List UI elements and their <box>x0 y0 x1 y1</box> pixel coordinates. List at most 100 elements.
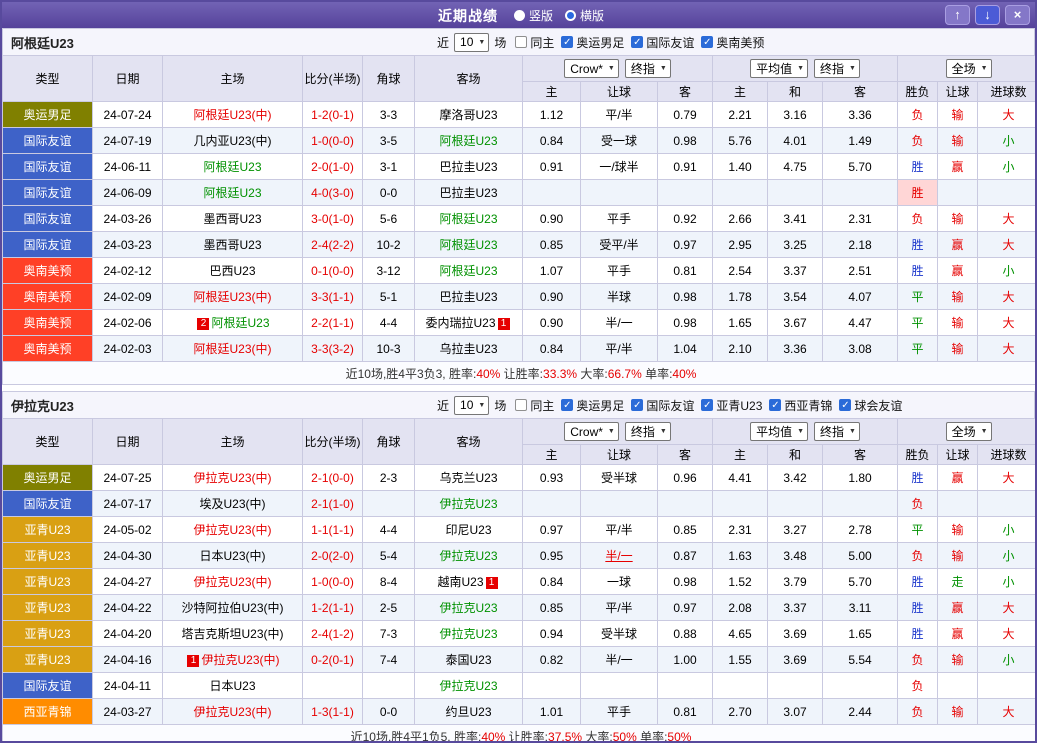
home-team-name[interactable]: 阿根廷U23(中) <box>193 290 271 304</box>
summary-stat-label: 让胜率: <box>500 367 543 381</box>
home-team-name[interactable]: 日本U23 <box>209 679 255 693</box>
match-count-select[interactable]: 10▼ <box>454 396 489 415</box>
euro-odds-group-header: 平均值▼ 终指▼ <box>713 56 898 82</box>
final-score <box>303 673 363 699</box>
final-score: 0-1(0-0) <box>303 258 363 284</box>
radio-horizontal-layout[interactable]: 横版 <box>565 7 604 24</box>
away-team-name[interactable]: 伊拉克U23 <box>439 679 497 693</box>
move-down-button[interactable]: ↓ <box>975 5 1000 25</box>
away-team-name[interactable]: 巴拉圭U23 <box>439 186 497 200</box>
header-row-1: 类型日期主场比分(半场)角球客场Crow*▼终指▼平均值▼终指▼全场▼ <box>3 56 1037 82</box>
home-team-name[interactable]: 阿根廷U23(中) <box>193 342 271 356</box>
away-team-name[interactable]: 约旦U23 <box>445 705 491 719</box>
asia-handicap: 半/一 <box>581 310 658 336</box>
home-team-name[interactable]: 阿根廷U23 <box>203 186 261 200</box>
radio-vertical-layout[interactable]: 竖版 <box>514 7 553 24</box>
away-team-name[interactable]: 巴拉圭U23 <box>439 290 497 304</box>
filter-checkbox-0[interactable]: 同主 <box>515 34 554 51</box>
goals-result: 大 <box>978 284 1037 310</box>
away-team-name[interactable]: 越南U23 <box>437 575 483 589</box>
match-date: 24-02-09 <box>93 284 163 310</box>
asia-handicap: 受半球 <box>581 621 658 647</box>
home-team-name[interactable]: 伊拉克U23(中) <box>193 575 271 589</box>
away-team-name[interactable]: 阿根廷U23 <box>439 238 497 252</box>
scope-select[interactable]: 全场▼ <box>946 422 992 441</box>
match-date: 24-02-03 <box>93 336 163 362</box>
match-date: 24-07-19 <box>93 128 163 154</box>
handicap-result: 输 <box>938 284 978 310</box>
away-team-name[interactable]: 阿根廷U23 <box>439 134 497 148</box>
away-team-name[interactable]: 伊拉克U23 <box>439 627 497 641</box>
euro-draw-odds <box>768 491 823 517</box>
filter-checkbox-1[interactable]: ✓奥运男足 <box>561 397 624 414</box>
away-team-name[interactable]: 巴拉圭U23 <box>439 160 497 174</box>
home-team-name[interactable]: 阿根廷U23(中) <box>193 108 271 122</box>
home-team-name[interactable]: 墨西哥U23 <box>203 212 261 226</box>
close-button[interactable]: × <box>1005 5 1030 25</box>
home-team-cell: 埃及U23(中) <box>163 491 303 517</box>
away-team-name[interactable]: 印尼U23 <box>445 523 491 537</box>
avg-stage-select[interactable]: 终指▼ <box>814 422 860 441</box>
away-team-name[interactable]: 乌拉圭U23 <box>439 342 497 356</box>
handicap-result: 输 <box>938 699 978 725</box>
away-team-name[interactable]: 伊拉克U23 <box>439 549 497 563</box>
away-team-name[interactable]: 摩洛哥U23 <box>439 108 497 122</box>
win-loss-result: 胜 <box>898 569 938 595</box>
match-date: 24-04-22 <box>93 595 163 621</box>
filter-checkbox-3[interactable]: ✓奥南美预 <box>701 34 764 51</box>
away-team-name[interactable]: 阿根廷U23 <box>439 264 497 278</box>
away-team-name[interactable]: 泰国U23 <box>445 653 491 667</box>
filter-checkbox-3[interactable]: ✓亚青U23 <box>701 397 762 414</box>
away-team-name[interactable]: 委内瑞拉U23 <box>425 316 495 330</box>
bookmaker-select[interactable]: Crow*▼ <box>564 422 619 441</box>
corner-count: 10-2 <box>363 232 415 258</box>
scope-select[interactable]: 全场▼ <box>946 59 992 78</box>
filter-checkbox-0[interactable]: 同主 <box>515 397 554 414</box>
competition-type-badge: 国际友谊 <box>3 128 93 154</box>
home-team-name[interactable]: 墨西哥U23 <box>203 238 261 252</box>
euro-away-odds: 4.47 <box>823 310 898 336</box>
avg-stage-select[interactable]: 终指▼ <box>814 59 860 78</box>
home-team-name[interactable]: 巴西U23 <box>209 264 255 278</box>
summary-stat-value: 40% <box>672 367 696 381</box>
euro-draw-odds: 3.41 <box>768 206 823 232</box>
win-loss-result: 胜 <box>898 154 938 180</box>
average-select[interactable]: 平均值▼ <box>750 59 808 78</box>
home-team-name[interactable]: 埃及U23(中) <box>199 497 265 511</box>
away-team-name[interactable]: 阿根廷U23 <box>439 212 497 226</box>
home-team-name[interactable]: 伊拉克U23(中) <box>193 523 271 537</box>
home-team-name[interactable]: 伊拉克U23(中) <box>201 653 279 667</box>
filter-checkbox-2[interactable]: ✓国际友谊 <box>631 34 694 51</box>
home-team-name[interactable]: 沙特阿拉伯U23(中) <box>181 601 283 615</box>
home-team-cell: 1伊拉克U23(中) <box>163 647 303 673</box>
away-team-name[interactable]: 伊拉克U23 <box>439 601 497 615</box>
away-team-cell: 阿根廷U23 <box>415 258 523 284</box>
match-count-select[interactable]: 10▼ <box>454 33 489 52</box>
away-team-name[interactable]: 伊拉克U23 <box>439 497 497 511</box>
odds-stage-select[interactable]: 终指▼ <box>625 422 671 441</box>
home-team-name[interactable]: 伊拉克U23(中) <box>193 705 271 719</box>
bookmaker-select[interactable]: Crow*▼ <box>564 59 619 78</box>
home-team-name[interactable]: 日本U23(中) <box>199 549 265 563</box>
competition-type-badge: 国际友谊 <box>3 154 93 180</box>
asia-handicap <box>581 673 658 699</box>
home-team-name[interactable]: 阿根廷U23 <box>211 316 269 330</box>
home-team-name[interactable]: 塔吉克斯坦U23(中) <box>181 627 283 641</box>
away-team-name[interactable]: 乌克兰U23 <box>439 471 497 485</box>
win-loss-result: 负 <box>898 673 938 699</box>
home-team-name[interactable]: 阿根廷U23 <box>203 160 261 174</box>
sub-column-header: 进球数 <box>978 82 1037 102</box>
move-up-button[interactable]: ↑ <box>945 5 970 25</box>
odds-stage-select[interactable]: 终指▼ <box>625 59 671 78</box>
filter-checkbox-1[interactable]: ✓奥运男足 <box>561 34 624 51</box>
filter-checkbox-4[interactable]: ✓西亚青锦 <box>769 397 832 414</box>
filter-checkbox-2[interactable]: ✓国际友谊 <box>631 397 694 414</box>
sub-column-header: 客 <box>823 445 898 465</box>
home-team-name[interactable]: 伊拉克U23(中) <box>193 471 271 485</box>
asia-odds-group-header: Crow*▼ 终指▼ <box>523 56 713 82</box>
average-select[interactable]: 平均值▼ <box>750 422 808 441</box>
home-team-name[interactable]: 几内亚U23(中) <box>193 134 271 148</box>
win-loss-result: 负 <box>898 699 938 725</box>
filter-checkbox-5[interactable]: ✓球会友谊 <box>839 397 902 414</box>
match-row: 亚青U2324-04-161伊拉克U23(中)0-2(0-1)7-4泰国U230… <box>3 647 1037 673</box>
